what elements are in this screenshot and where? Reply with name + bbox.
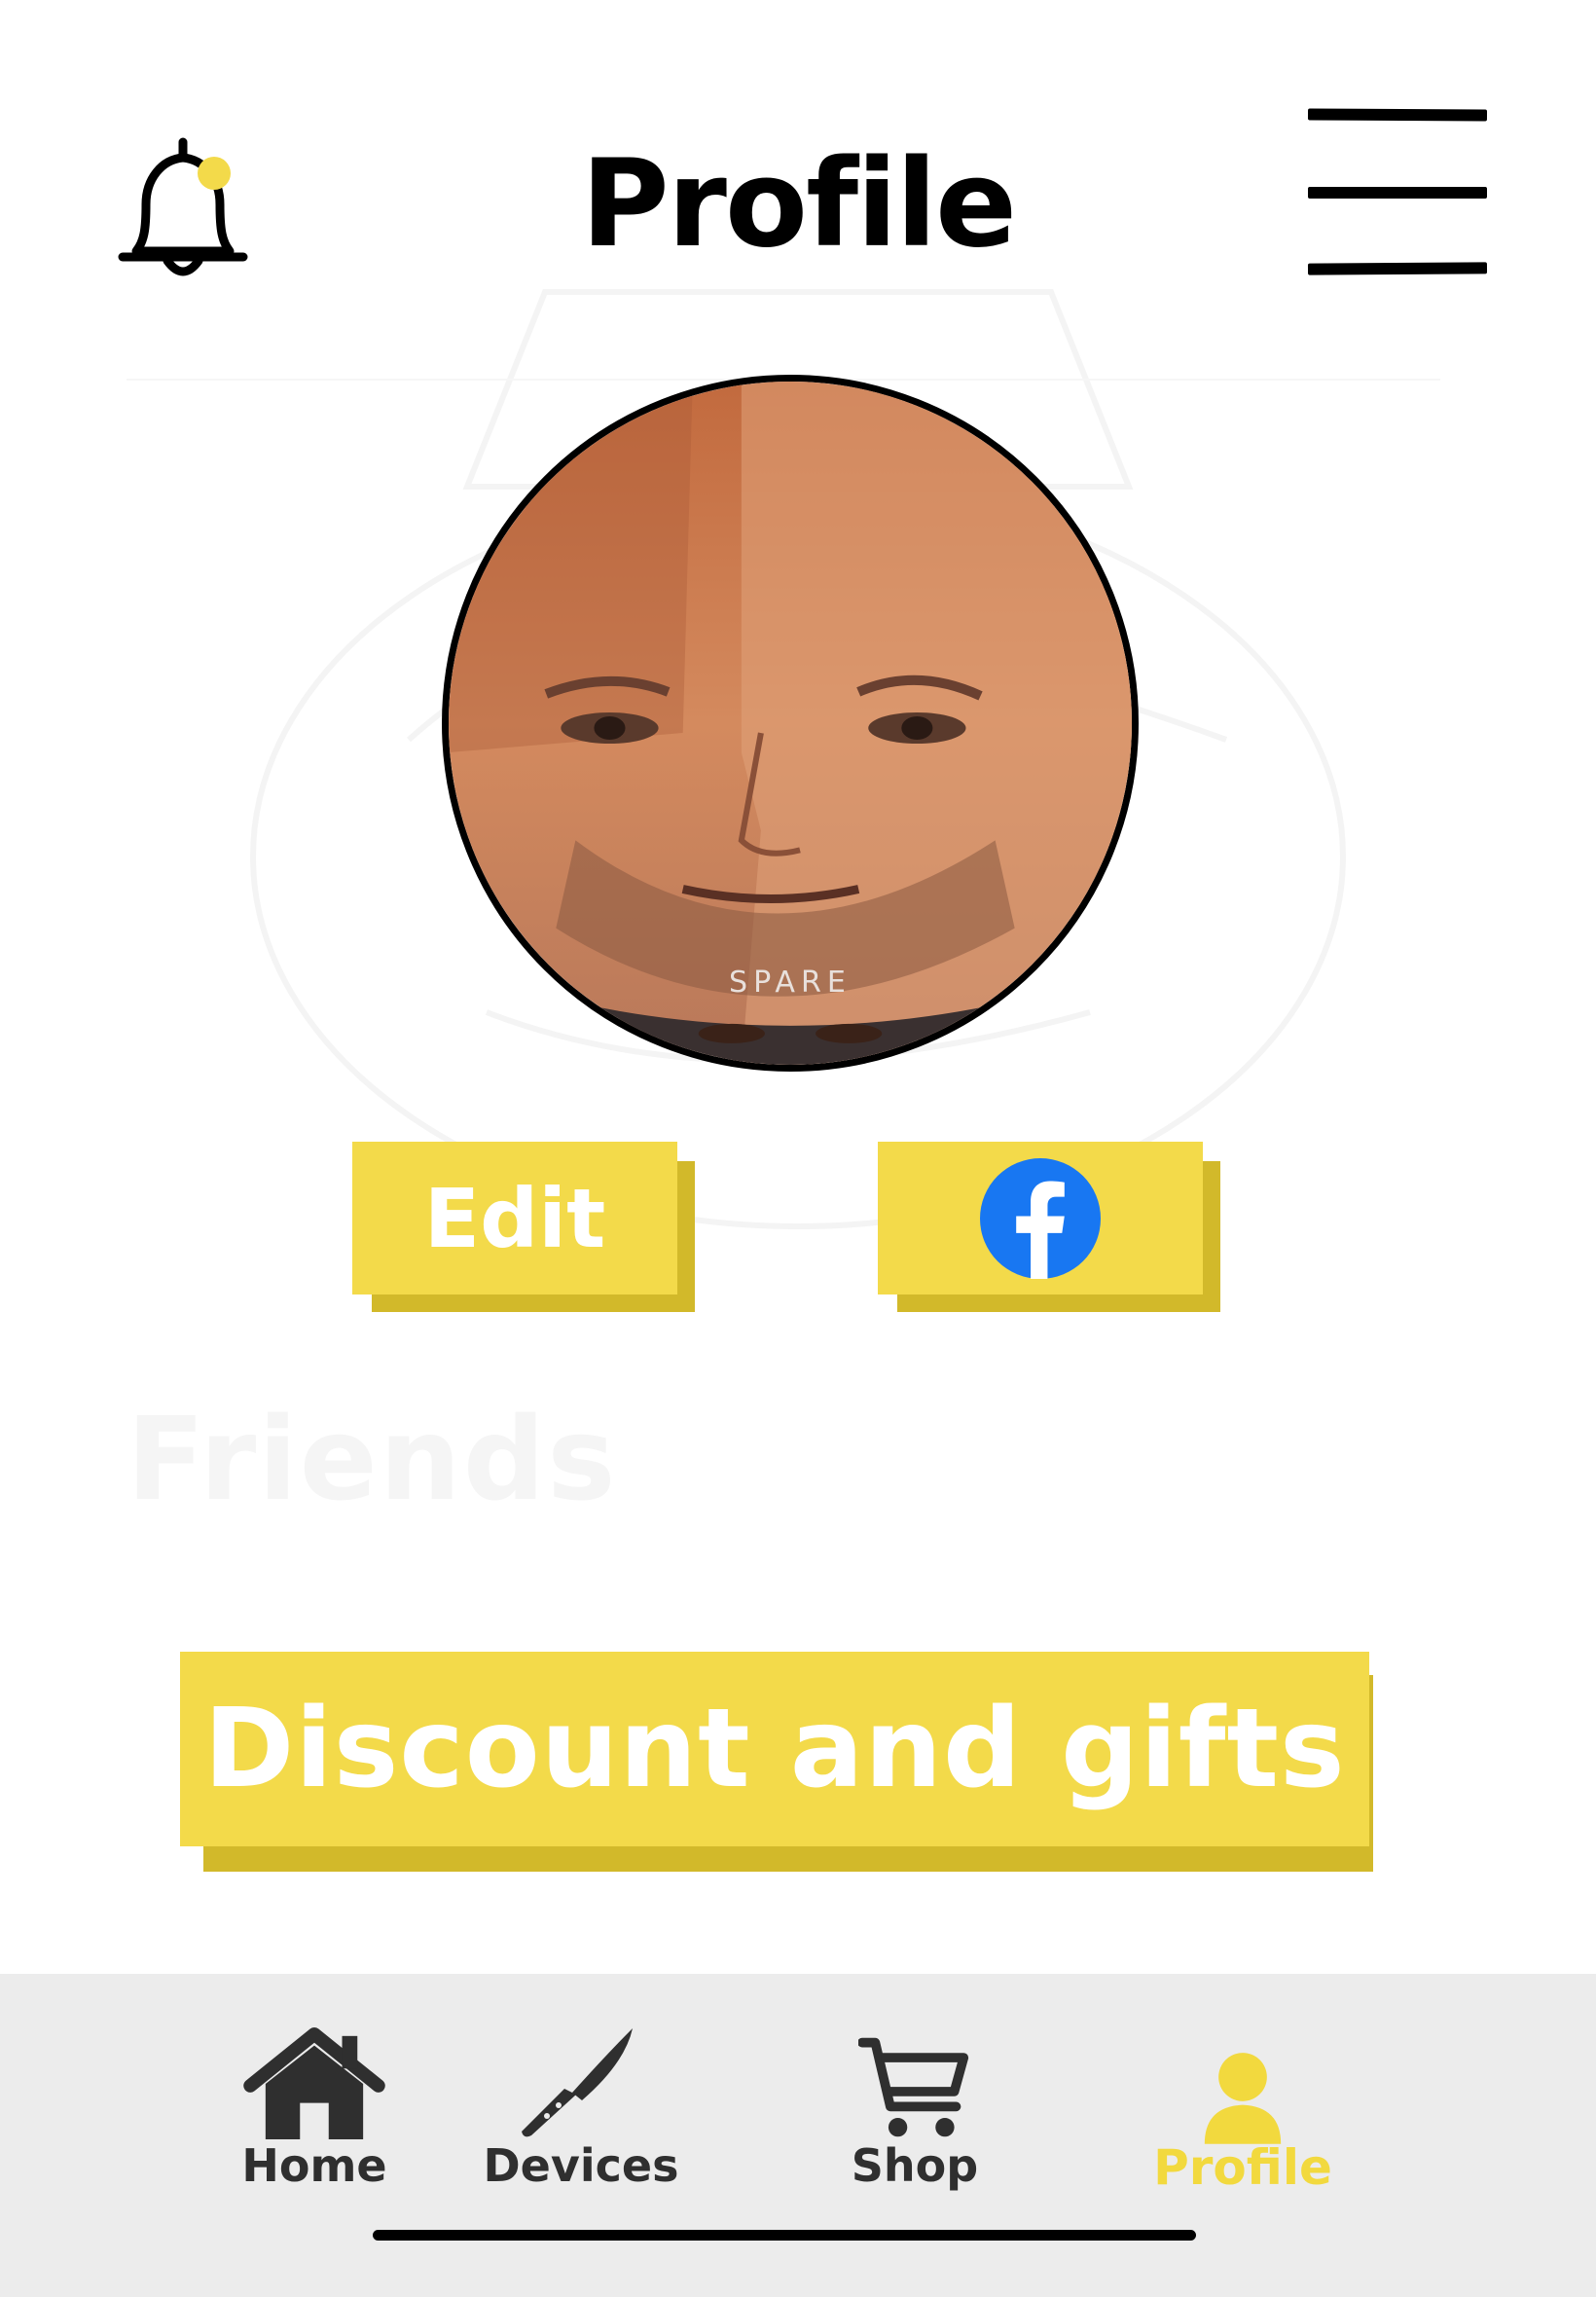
- tab-devices[interactable]: Devices: [454, 1974, 707, 2227]
- menu-line: [1307, 108, 1488, 122]
- facebook-icon: [980, 1157, 1101, 1279]
- hamburger-menu-icon[interactable]: [1300, 101, 1495, 286]
- knife-icon: [454, 2024, 707, 2141]
- tab-profile-label: Profile: [1153, 2139, 1332, 2196]
- edit-profile-button[interactable]: Edit: [352, 1142, 695, 1312]
- facebook-button-face: [878, 1142, 1203, 1294]
- home-icon: [188, 2026, 441, 2141]
- profile-avatar[interactable]: SPARE: [442, 375, 1139, 1072]
- tab-home-label: Home: [241, 2139, 387, 2192]
- profile-screen: Friends Profile SPARE Edit Discount and …: [0, 0, 1596, 2297]
- tab-shop-label: Shop: [851, 2139, 979, 2192]
- tab-shop[interactable]: Shop: [788, 1974, 1041, 2227]
- avatar-caption: SPARE: [729, 966, 852, 1000]
- facebook-connect-button[interactable]: [878, 1142, 1220, 1312]
- menu-line: [1307, 262, 1488, 275]
- tab-devices-label: Devices: [483, 2139, 679, 2192]
- discount-button-label: Discount and gifts: [180, 1652, 1369, 1846]
- user-icon: [1116, 2050, 1369, 2145]
- bottom-tab-bar: Home Devices Shop Profile: [0, 1974, 1596, 2297]
- menu-line: [1308, 187, 1487, 199]
- tab-profile[interactable]: Profile: [1116, 1974, 1369, 2227]
- home-indicator[interactable]: [373, 2230, 1196, 2241]
- edit-button-label: Edit: [352, 1142, 677, 1294]
- tab-home[interactable]: Home: [188, 1974, 441, 2227]
- discount-and-gifts-button[interactable]: Discount and gifts: [180, 1652, 1373, 1872]
- cart-icon: [788, 2036, 1041, 2141]
- ghost-friends-heading: Friends: [127, 1392, 618, 1526]
